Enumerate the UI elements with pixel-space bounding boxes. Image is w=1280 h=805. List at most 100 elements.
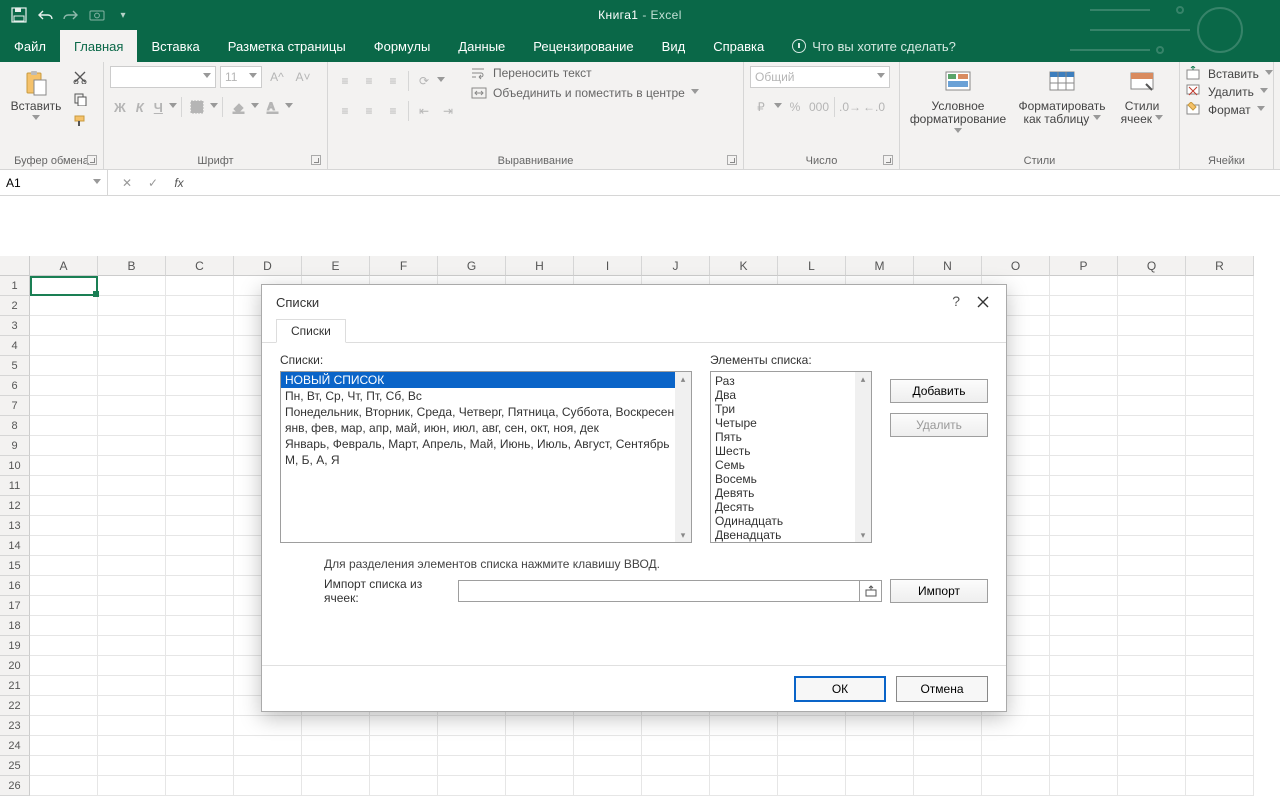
cell[interactable] bbox=[302, 716, 370, 736]
column-header[interactable]: M bbox=[846, 256, 914, 276]
cell[interactable] bbox=[846, 776, 914, 796]
cell[interactable] bbox=[1118, 736, 1186, 756]
dialog-launcher-icon[interactable] bbox=[87, 155, 97, 165]
row-header[interactable]: 21 bbox=[0, 676, 30, 696]
cell[interactable] bbox=[506, 736, 574, 756]
cell[interactable] bbox=[30, 596, 98, 616]
cell[interactable] bbox=[30, 356, 98, 376]
cell[interactable] bbox=[1050, 456, 1118, 476]
cell[interactable] bbox=[1050, 656, 1118, 676]
cell[interactable] bbox=[982, 736, 1050, 756]
cell[interactable] bbox=[914, 756, 982, 776]
align-right-icon[interactable]: ≡ bbox=[382, 100, 404, 122]
format-as-table-button[interactable]: Форматировать как таблицу bbox=[1014, 66, 1110, 130]
accounting-format-icon[interactable]: ₽ bbox=[750, 96, 772, 118]
cell[interactable] bbox=[642, 756, 710, 776]
conditional-formatting-button[interactable]: Условное форматирование bbox=[906, 66, 1010, 144]
cell[interactable] bbox=[438, 736, 506, 756]
cell[interactable] bbox=[234, 716, 302, 736]
close-icon[interactable] bbox=[972, 291, 994, 313]
cell[interactable] bbox=[1050, 576, 1118, 596]
tab-data[interactable]: Данные bbox=[444, 30, 519, 62]
delete-cells-button[interactable]: Удалить bbox=[1186, 84, 1273, 100]
cell[interactable] bbox=[98, 296, 166, 316]
cell[interactable] bbox=[1050, 736, 1118, 756]
list-item[interactable]: Пн, Вт, Ср, Чт, Пт, Сб, Вс bbox=[281, 388, 691, 404]
cell[interactable] bbox=[1118, 716, 1186, 736]
tab-insert[interactable]: Вставка bbox=[137, 30, 213, 62]
cell[interactable] bbox=[846, 736, 914, 756]
cell[interactable] bbox=[1050, 316, 1118, 336]
cell[interactable] bbox=[1118, 296, 1186, 316]
row-header[interactable]: 7 bbox=[0, 396, 30, 416]
cell[interactable] bbox=[166, 456, 234, 476]
list-entries-box[interactable]: Раз Два Три Четыре Пять Шесть Семь Восем… bbox=[710, 371, 872, 543]
cancel-button[interactable]: Отмена bbox=[896, 676, 988, 702]
cell[interactable] bbox=[1118, 756, 1186, 776]
scroll-down-icon[interactable]: ▾ bbox=[676, 528, 690, 542]
cell[interactable] bbox=[1050, 776, 1118, 796]
cell[interactable] bbox=[574, 776, 642, 796]
format-cells-button[interactable]: Формат bbox=[1186, 102, 1273, 118]
cell[interactable] bbox=[506, 776, 574, 796]
tab-page-layout[interactable]: Разметка страницы bbox=[214, 30, 360, 62]
name-box[interactable] bbox=[0, 170, 108, 195]
borders-icon[interactable] bbox=[186, 96, 208, 118]
column-header[interactable]: L bbox=[778, 256, 846, 276]
cell[interactable] bbox=[30, 516, 98, 536]
row-header[interactable]: 3 bbox=[0, 316, 30, 336]
cell[interactable] bbox=[710, 756, 778, 776]
decrease-decimal-icon[interactable]: ←.0 bbox=[863, 96, 885, 118]
row-header[interactable]: 13 bbox=[0, 516, 30, 536]
cell[interactable] bbox=[438, 716, 506, 736]
cell[interactable] bbox=[166, 656, 234, 676]
cell[interactable] bbox=[1118, 496, 1186, 516]
cell[interactable] bbox=[1186, 416, 1254, 436]
camera-icon[interactable] bbox=[88, 6, 106, 24]
cell[interactable] bbox=[846, 756, 914, 776]
cell[interactable] bbox=[30, 676, 98, 696]
row-header[interactable]: 16 bbox=[0, 576, 30, 596]
import-button[interactable]: Импорт bbox=[890, 579, 988, 603]
undo-icon[interactable] bbox=[36, 6, 54, 24]
cell[interactable] bbox=[1050, 476, 1118, 496]
cell[interactable] bbox=[1186, 356, 1254, 376]
cell[interactable] bbox=[1118, 416, 1186, 436]
cell[interactable] bbox=[1118, 396, 1186, 416]
cell[interactable] bbox=[1050, 396, 1118, 416]
cell[interactable] bbox=[1118, 696, 1186, 716]
cell[interactable] bbox=[166, 516, 234, 536]
column-header[interactable]: G bbox=[438, 256, 506, 276]
scroll-down-icon[interactable]: ▾ bbox=[856, 528, 870, 542]
tab-home[interactable]: Главная bbox=[60, 30, 137, 62]
ok-button[interactable]: ОК bbox=[794, 676, 886, 702]
cell[interactable] bbox=[1186, 736, 1254, 756]
cell[interactable] bbox=[506, 716, 574, 736]
cell[interactable] bbox=[30, 576, 98, 596]
cell[interactable] bbox=[30, 556, 98, 576]
cell[interactable] bbox=[1186, 776, 1254, 796]
cell[interactable] bbox=[30, 756, 98, 776]
cell[interactable] bbox=[1050, 536, 1118, 556]
column-header[interactable]: D bbox=[234, 256, 302, 276]
cell[interactable] bbox=[166, 296, 234, 316]
cell[interactable] bbox=[1050, 716, 1118, 736]
column-header[interactable]: P bbox=[1050, 256, 1118, 276]
column-header[interactable]: C bbox=[166, 256, 234, 276]
row-header[interactable]: 14 bbox=[0, 536, 30, 556]
add-button[interactable]: Добавить bbox=[890, 379, 988, 403]
list-item[interactable]: НОВЫЙ СПИСОК bbox=[281, 372, 691, 388]
column-headers[interactable]: ABCDEFGHIJKLMNOPQR bbox=[30, 256, 1280, 276]
cell[interactable] bbox=[1118, 336, 1186, 356]
cell[interactable] bbox=[30, 716, 98, 736]
cell[interactable] bbox=[166, 436, 234, 456]
cell[interactable] bbox=[1050, 676, 1118, 696]
row-header[interactable]: 8 bbox=[0, 416, 30, 436]
cancel-icon[interactable]: ✕ bbox=[118, 174, 136, 192]
cell[interactable] bbox=[166, 416, 234, 436]
cell[interactable] bbox=[166, 376, 234, 396]
cell[interactable] bbox=[166, 476, 234, 496]
cell[interactable] bbox=[914, 736, 982, 756]
cell[interactable] bbox=[98, 556, 166, 576]
cell[interactable] bbox=[1186, 756, 1254, 776]
